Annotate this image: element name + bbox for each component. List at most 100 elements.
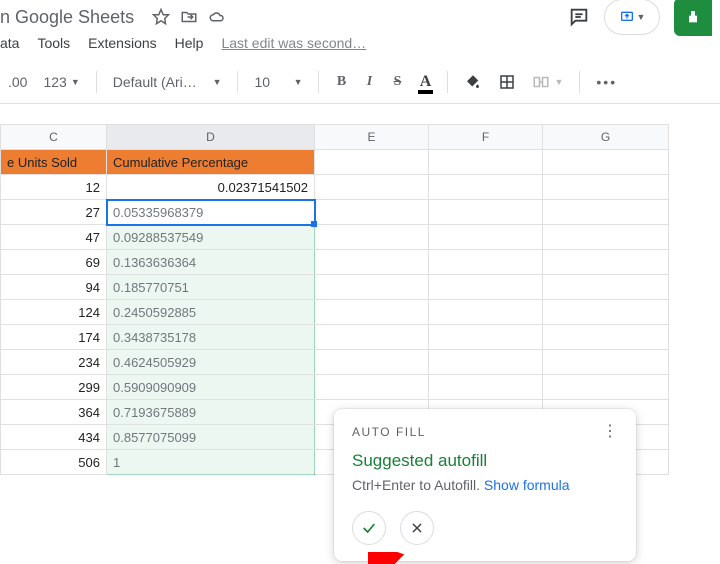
cell[interactable]: 124 (1, 300, 107, 325)
column-header-row[interactable]: C D E F G (1, 125, 669, 150)
cell[interactable] (315, 200, 429, 225)
col-header-d[interactable]: D (107, 125, 315, 150)
cell[interactable]: 506 (1, 450, 107, 475)
cell[interactable] (315, 275, 429, 300)
star-icon[interactable] (152, 8, 170, 26)
cell[interactable]: 94 (1, 275, 107, 300)
cell[interactable] (429, 200, 543, 225)
decrease-decimal-button[interactable]: .00 (4, 72, 31, 92)
cell[interactable]: 299 (1, 375, 107, 400)
strikethrough-button[interactable]: S (387, 72, 407, 92)
cell[interactable] (543, 300, 669, 325)
cell[interactable] (429, 325, 543, 350)
merge-cells-button[interactable]: ▼ (528, 71, 567, 93)
table-row[interactable]: 690.1363636364 (1, 250, 669, 275)
cell[interactable] (429, 350, 543, 375)
share-button[interactable] (674, 0, 712, 36)
cell[interactable] (543, 325, 669, 350)
cell[interactable]: 234 (1, 350, 107, 375)
show-formula-link[interactable]: Show formula (484, 477, 570, 493)
cell[interactable]: 69 (1, 250, 107, 275)
autofill-ghost-cell[interactable]: 0.1363636364 (107, 250, 315, 275)
cell[interactable] (315, 325, 429, 350)
cell[interactable] (429, 150, 543, 175)
cell[interactable] (543, 375, 669, 400)
autofill-ghost-cell[interactable]: 1 (107, 450, 315, 475)
doc-title[interactable]: n Google Sheets (0, 7, 134, 28)
table-row[interactable]: 2340.4624505929 (1, 350, 669, 375)
accept-autofill-button[interactable] (352, 511, 386, 545)
cell[interactable]: 47 (1, 225, 107, 250)
menu-extensions[interactable]: Extensions (88, 35, 156, 51)
cell[interactable]: 434 (1, 425, 107, 450)
autofill-ghost-cell[interactable]: 0.8577075099 (107, 425, 315, 450)
move-folder-icon[interactable] (180, 8, 198, 26)
autofill-ghost-cell[interactable]: 0.2450592885 (107, 300, 315, 325)
header-cell[interactable]: e Units Sold (1, 150, 107, 175)
cell[interactable] (315, 350, 429, 375)
col-header-f[interactable]: F (429, 125, 543, 150)
table-row[interactable]: 1740.3438735178 (1, 325, 669, 350)
table-row[interactable]: 2990.5909090909 (1, 375, 669, 400)
table-row[interactable]: 470.09288537549 (1, 225, 669, 250)
text-color-button[interactable]: A (415, 72, 435, 92)
cell[interactable]: 364 (1, 400, 107, 425)
table-row[interactable]: 1240.2450592885 (1, 300, 669, 325)
fill-color-button[interactable] (460, 71, 486, 93)
cell[interactable] (315, 300, 429, 325)
autofill-ghost-cell[interactable]: 0.7193675889 (107, 400, 315, 425)
borders-button[interactable] (494, 71, 520, 93)
cell[interactable] (543, 175, 669, 200)
cell[interactable] (429, 175, 543, 200)
font-select[interactable]: Default (Ari… ▼ (109, 72, 226, 92)
cell[interactable] (543, 225, 669, 250)
cell[interactable] (429, 375, 543, 400)
table-row[interactable]: 12 0.02371541502 (1, 175, 669, 200)
spreadsheet-grid[interactable]: C D E F G e Units Sold Cumulative Percen… (0, 124, 720, 475)
cell[interactable] (543, 350, 669, 375)
cell[interactable] (543, 275, 669, 300)
cell[interactable] (429, 225, 543, 250)
last-edit-link[interactable]: Last edit was second… (221, 35, 366, 51)
col-header-c[interactable]: C (1, 125, 107, 150)
cell[interactable] (543, 150, 669, 175)
cell[interactable] (429, 300, 543, 325)
autofill-ghost-cell[interactable]: 0.09288537549 (107, 225, 315, 250)
active-cell[interactable]: 0.05335968379 (107, 200, 315, 225)
cell[interactable] (315, 375, 429, 400)
cell[interactable]: 0.02371541502 (107, 175, 315, 200)
col-header-g[interactable]: G (543, 125, 669, 150)
present-button[interactable]: ▼ (604, 0, 660, 35)
cloud-status-icon[interactable] (208, 8, 226, 26)
italic-button[interactable]: I (359, 72, 379, 92)
table-row[interactable]: 27 0.05335968379 (1, 200, 669, 225)
cell[interactable]: 12 (1, 175, 107, 200)
comments-icon[interactable] (568, 6, 590, 28)
header-cell[interactable]: Cumulative Percentage (107, 150, 315, 175)
cell[interactable] (315, 225, 429, 250)
cell[interactable]: 27 (1, 200, 107, 225)
cell[interactable]: 174 (1, 325, 107, 350)
cell[interactable] (543, 250, 669, 275)
cell[interactable] (429, 250, 543, 275)
autofill-ghost-cell[interactable]: 0.5909090909 (107, 375, 315, 400)
more-options-icon[interactable]: ⋮ (602, 430, 618, 434)
table-row[interactable]: e Units Sold Cumulative Percentage (1, 150, 669, 175)
menu-data[interactable]: ata (0, 35, 19, 51)
autofill-ghost-cell[interactable]: 0.3438735178 (107, 325, 315, 350)
more-toolbar-button[interactable]: ••• (592, 72, 621, 92)
autofill-ghost-cell[interactable]: 0.185770751 (107, 275, 315, 300)
menu-help[interactable]: Help (175, 35, 204, 51)
cell[interactable] (315, 250, 429, 275)
autofill-ghost-cell[interactable]: 0.4624505929 (107, 350, 315, 375)
font-size-select[interactable]: 10▼ (250, 72, 306, 92)
cell[interactable] (315, 150, 429, 175)
bold-button[interactable]: B (331, 72, 351, 92)
cell[interactable] (315, 175, 429, 200)
col-header-e[interactable]: E (315, 125, 429, 150)
more-formats-button[interactable]: 123▼ (39, 72, 83, 92)
cell[interactable] (543, 200, 669, 225)
cell[interactable] (429, 275, 543, 300)
reject-autofill-button[interactable] (400, 511, 434, 545)
table-row[interactable]: 940.185770751 (1, 275, 669, 300)
